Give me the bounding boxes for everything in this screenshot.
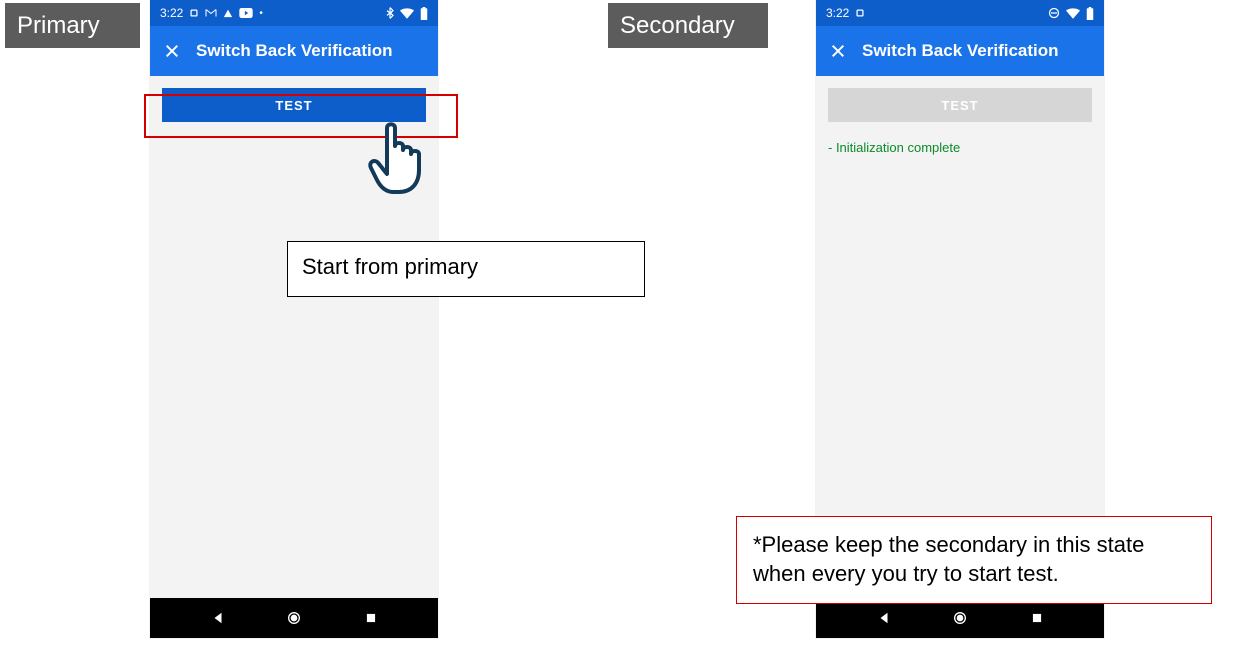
nav-home-icon[interactable] [285,609,303,627]
tag-primary: Primary [5,3,140,48]
appbar: Switch Back Verification [150,26,438,76]
close-icon[interactable] [830,43,846,59]
navbar [816,598,1104,638]
nav-back-icon[interactable] [209,609,227,627]
nav-back-icon[interactable] [875,609,893,627]
statusbar: 3:22 [816,0,1104,26]
callout-secondary: *Please keep the secondary in this state… [736,516,1212,604]
bluetooth-icon [386,7,394,19]
callout-primary: Start from primary [287,241,645,297]
dnd-icon [1048,7,1060,19]
wifi-icon [1066,8,1080,19]
statusbar: 3:22 • [150,0,438,26]
content-area: TEST [150,76,438,598]
screenshot-icon [855,8,865,18]
close-icon[interactable] [164,43,180,59]
status-message: - Initialization complete [828,140,1092,155]
statusbar-time: 3:22 [826,6,849,20]
signal-icon [223,8,233,18]
battery-icon [420,7,428,20]
nav-recent-icon[interactable] [362,609,380,627]
more-icon: • [259,8,263,19]
navbar [150,598,438,638]
appbar: Switch Back Verification [816,26,1104,76]
test-button: TEST [828,88,1092,122]
appbar-title: Switch Back Verification [862,41,1059,61]
statusbar-time: 3:22 [160,6,183,20]
nav-home-icon[interactable] [951,609,969,627]
battery-icon [1086,7,1094,20]
nav-recent-icon[interactable] [1028,609,1046,627]
wifi-icon [400,8,414,19]
test-button[interactable]: TEST [162,88,426,122]
gmail-icon [205,8,217,18]
appbar-title: Switch Back Verification [196,41,393,61]
screenshot-icon [189,8,199,18]
youtube-icon [239,8,253,18]
tag-secondary: Secondary [608,3,768,48]
phone-primary: 3:22 • [150,0,438,638]
